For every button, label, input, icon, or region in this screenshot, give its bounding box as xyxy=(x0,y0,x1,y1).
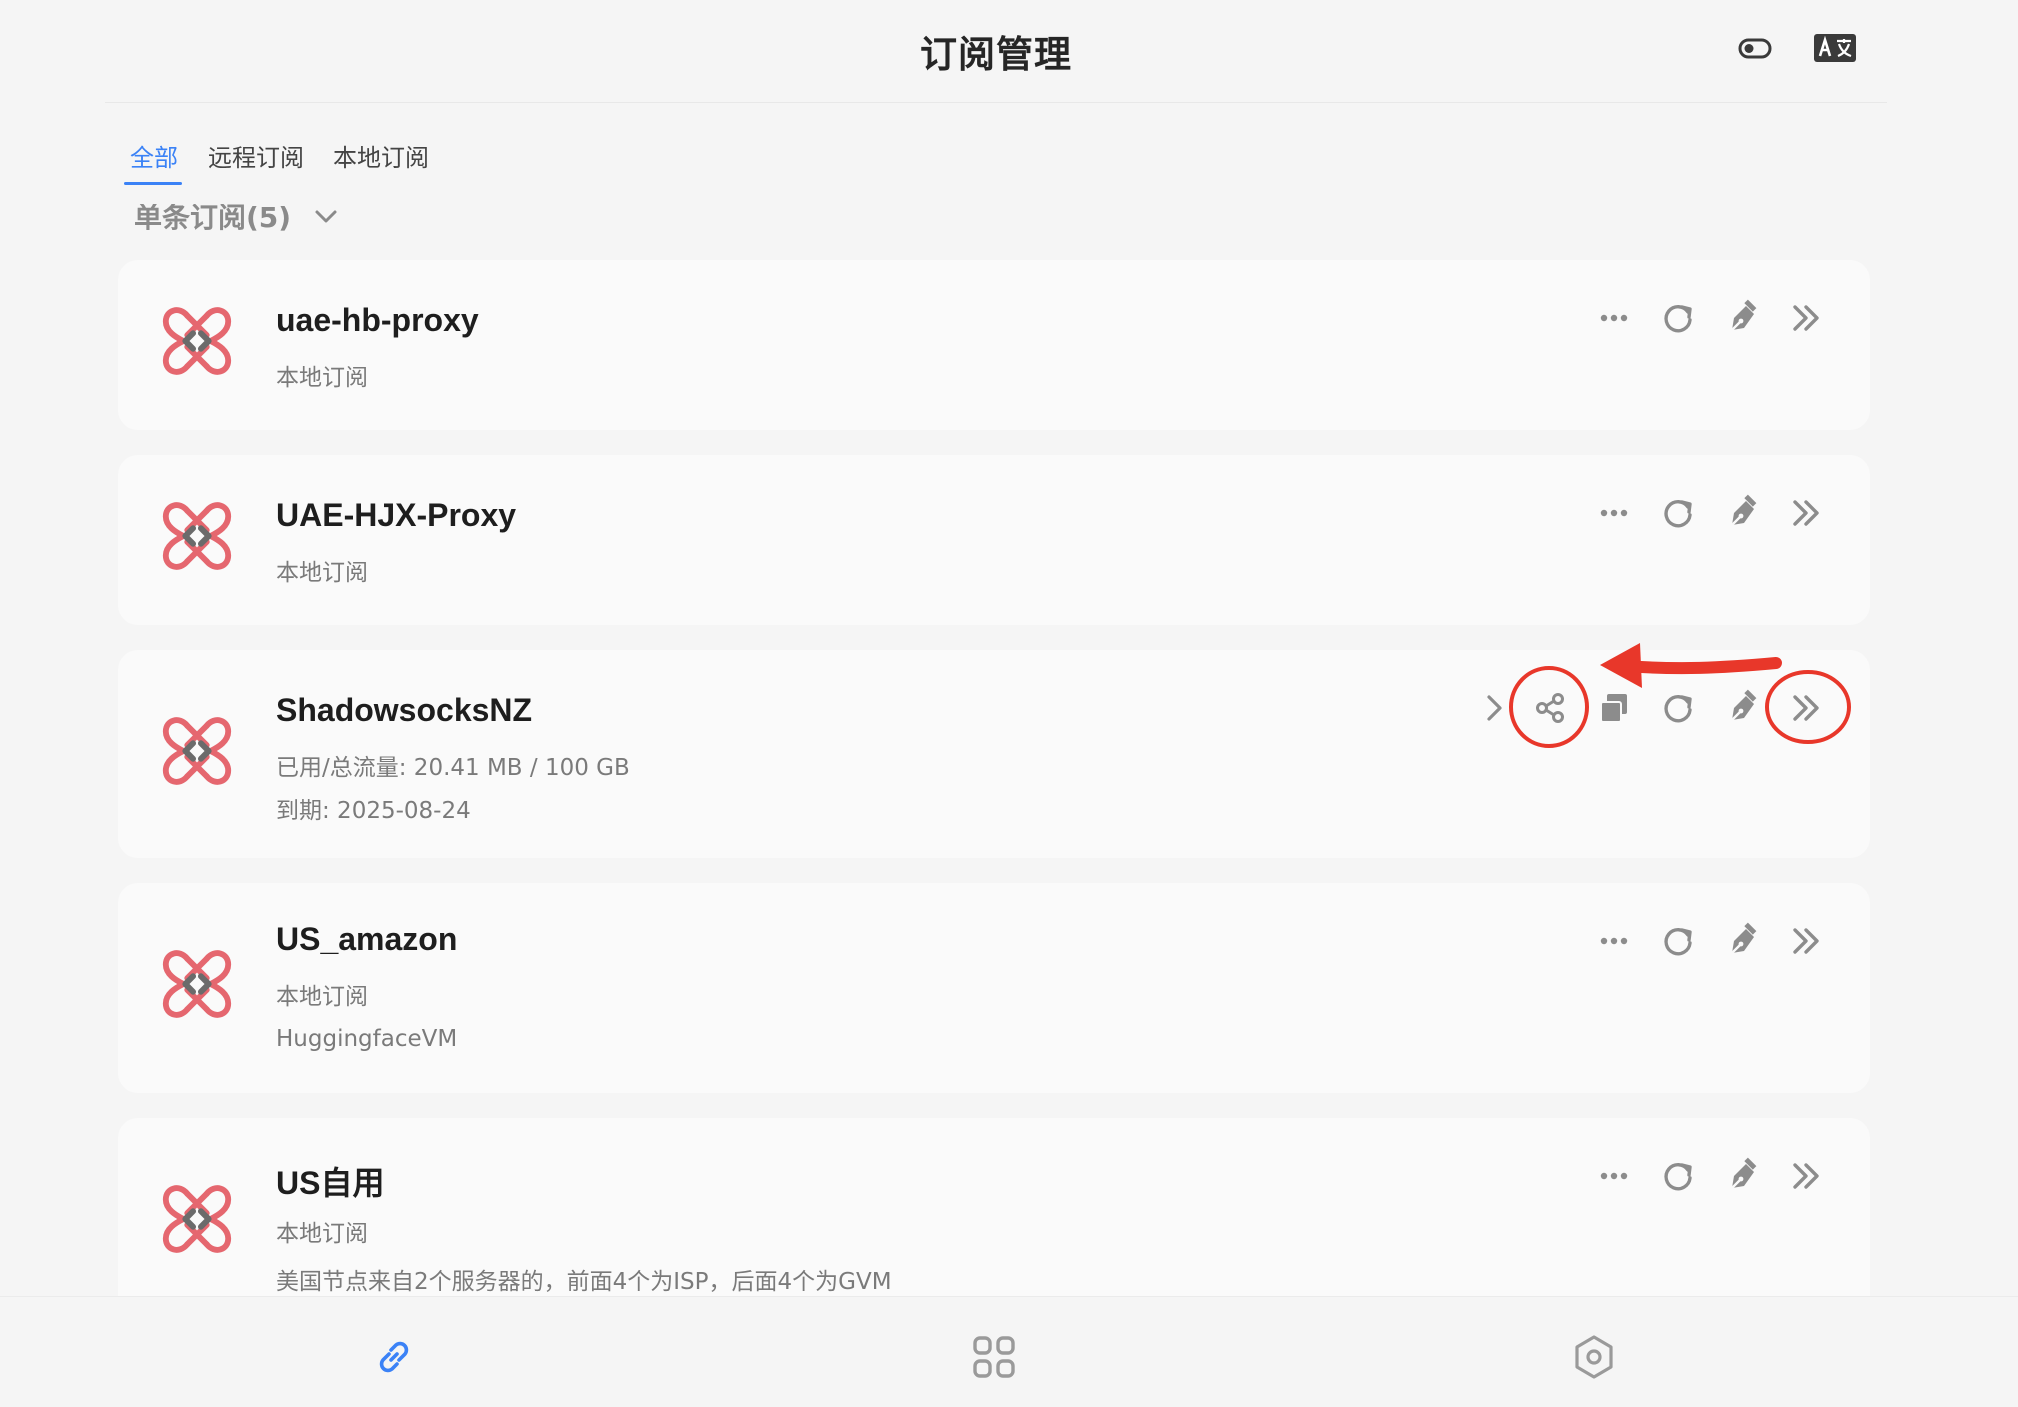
top-bar: 订阅管理 xyxy=(105,0,1887,103)
grid-icon[interactable] xyxy=(970,1333,1018,1381)
subscription-type: 本地订阅 xyxy=(276,984,368,1010)
edit-pen-icon[interactable] xyxy=(1722,298,1762,338)
subscription-type: 本地订阅 xyxy=(276,365,368,391)
theme-toggle-icon[interactable] xyxy=(1737,30,1773,66)
refresh-icon[interactable] xyxy=(1658,921,1698,961)
traffic-usage: 已用/总流量: 20.41 MB / 100 GB xyxy=(276,755,630,781)
subscription-card[interactable]: UAE-HJX-Proxy 本地订阅 xyxy=(118,455,1870,625)
tab-remote[interactable]: 远程订阅 xyxy=(208,138,304,173)
translate-icon[interactable] xyxy=(1813,30,1856,66)
edit-pen-icon[interactable] xyxy=(1722,493,1762,533)
bottom-nav xyxy=(0,1296,2018,1407)
chevron-down-icon xyxy=(311,204,341,238)
double-chevron-right-icon[interactable] xyxy=(1786,1156,1826,1196)
double-chevron-right-icon[interactable] xyxy=(1786,921,1826,961)
link-icon[interactable] xyxy=(370,1333,418,1381)
tab-local[interactable]: 本地订阅 xyxy=(333,138,429,173)
subscription-name: US_amazon xyxy=(276,921,458,957)
subscription-card[interactable]: ShadowsocksNZ 已用/总流量: 20.41 MB / 100 GB … xyxy=(118,650,1870,858)
subscription-remark: HuggingfaceVM xyxy=(276,1026,458,1052)
group-header[interactable]: 单条订阅(5) xyxy=(134,201,341,238)
refresh-icon[interactable] xyxy=(1658,298,1698,338)
subscription-logo-icon xyxy=(158,945,236,1023)
subscription-logo-icon xyxy=(158,302,236,380)
edit-pen-icon[interactable] xyxy=(1722,1156,1762,1196)
subscription-card[interactable]: uae-hb-proxy 本地订阅 xyxy=(118,260,1870,430)
subscription-name: UAE-HJX-Proxy xyxy=(276,497,517,533)
more-icon[interactable] xyxy=(1594,493,1634,533)
share-icon[interactable] xyxy=(1530,688,1570,728)
refresh-icon[interactable] xyxy=(1658,688,1698,728)
settings-hexagon-icon[interactable] xyxy=(1570,1333,1618,1381)
copy-icon[interactable] xyxy=(1594,688,1634,728)
subscription-name: US自用 xyxy=(276,1165,385,1201)
subscription-name: ShadowsocksNZ xyxy=(276,692,533,728)
subscription-remark: 美国节点来自2个服务器的，前面4个为ISP，后面4个为GVM xyxy=(276,1269,892,1295)
edit-pen-icon[interactable] xyxy=(1722,688,1762,728)
group-label: 单条订阅(5) xyxy=(134,201,292,234)
subscription-name: uae-hb-proxy xyxy=(276,302,479,338)
tab-all[interactable]: 全部 xyxy=(130,138,178,173)
more-icon[interactable] xyxy=(1594,921,1634,961)
double-chevron-right-icon[interactable] xyxy=(1786,688,1826,728)
subscription-type: 本地订阅 xyxy=(276,560,368,586)
page-title: 订阅管理 xyxy=(920,33,1072,76)
double-chevron-right-icon[interactable] xyxy=(1786,493,1826,533)
refresh-icon[interactable] xyxy=(1658,493,1698,533)
chevron-right-icon[interactable] xyxy=(1474,688,1514,728)
subscription-card[interactable]: US_amazon 本地订阅 HuggingfaceVM xyxy=(118,883,1870,1093)
more-icon[interactable] xyxy=(1594,1156,1634,1196)
refresh-icon[interactable] xyxy=(1658,1156,1698,1196)
subscription-logo-icon xyxy=(158,497,236,575)
subscription-logo-icon xyxy=(158,1180,236,1258)
subscription-type: 本地订阅 xyxy=(276,1221,368,1247)
edit-pen-icon[interactable] xyxy=(1722,921,1762,961)
expiry-date: 到期: 2025-08-24 xyxy=(276,798,471,824)
double-chevron-right-icon[interactable] xyxy=(1786,298,1826,338)
active-tab-indicator xyxy=(124,182,182,185)
subscription-logo-icon xyxy=(158,712,236,790)
more-icon[interactable] xyxy=(1594,298,1634,338)
